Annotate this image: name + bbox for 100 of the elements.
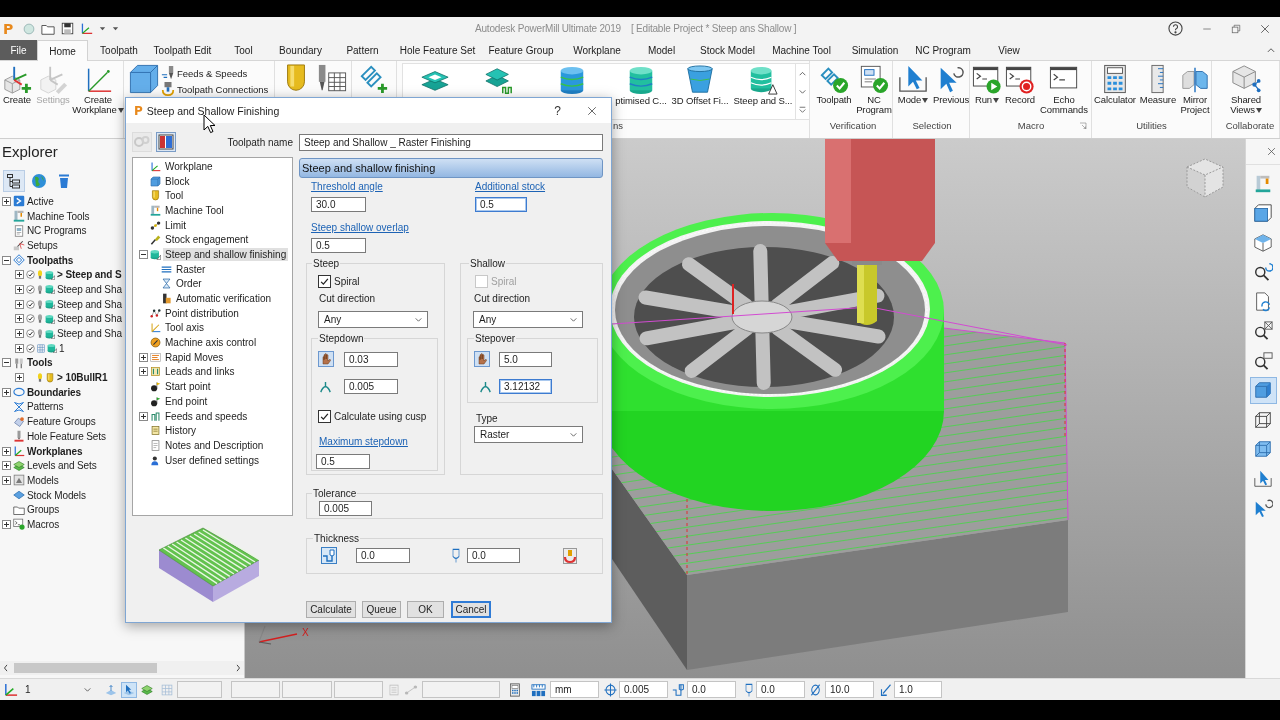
tree-item[interactable]: Block xyxy=(163,174,192,188)
ribbon-button[interactable]: 3D Offset Fi... xyxy=(669,64,731,119)
number-field[interactable]: 5.0 xyxy=(499,351,552,367)
tree-item[interactable]: Toolpaths xyxy=(27,254,74,266)
expand-icon[interactable] xyxy=(15,373,24,383)
ribbon-button[interactable]: Steep and S... xyxy=(731,64,795,119)
close-icon[interactable] xyxy=(1267,147,1276,156)
status-field[interactable]: 0.0 xyxy=(756,681,805,698)
tree-item[interactable]: Levels and Sets xyxy=(27,460,97,472)
tree-item[interactable]: End point xyxy=(163,394,210,408)
tree-item[interactable]: Feeds and speeds xyxy=(163,409,250,423)
hand-icon[interactable] xyxy=(474,351,490,367)
checkbox[interactable] xyxy=(318,410,331,423)
toolpath-name-field[interactable]: Steep and Shallow _ Raster Finishing xyxy=(299,133,603,151)
axes-icon[interactable] xyxy=(3,682,18,697)
status-field[interactable] xyxy=(231,681,280,698)
tree-item[interactable]: Tools xyxy=(27,357,53,369)
expand-icon[interactable] xyxy=(139,411,148,421)
collapse-icon[interactable] xyxy=(139,249,148,259)
ribbon-button[interactable]: Mode xyxy=(895,63,931,105)
tree-item[interactable]: History xyxy=(163,424,199,438)
expand-icon[interactable] xyxy=(15,299,24,309)
additional-stock-link[interactable]: Additional stock xyxy=(475,180,546,193)
ribbon-button[interactable]: Previous xyxy=(931,63,971,105)
save-icon[interactable] xyxy=(61,22,75,35)
number-field[interactable]: 3.12132 xyxy=(499,379,552,394)
expand-icon[interactable] xyxy=(139,367,148,377)
ruler-icon[interactable] xyxy=(531,682,546,697)
chevron-down-icon[interactable] xyxy=(798,87,807,96)
ribbon-button[interactable]: Create Workplane xyxy=(72,63,124,115)
tree-item[interactable]: Machine Tools xyxy=(27,210,90,222)
tree-item[interactable]: Steep and Sha xyxy=(57,298,122,310)
tree-item[interactable]: Point distribution xyxy=(163,306,241,320)
tree-item[interactable]: Tool xyxy=(163,189,186,203)
tree-item[interactable]: Stock engagement xyxy=(163,233,251,247)
toggle-button[interactable] xyxy=(121,681,137,698)
axes-icon[interactable] xyxy=(80,22,94,35)
ribbon-tab[interactable]: Workplane xyxy=(563,40,631,60)
scrollbar-thumb[interactable] xyxy=(14,663,157,673)
threshold-angle-link[interactable]: Threshold angle xyxy=(311,180,383,193)
number-field[interactable]: 0.5 xyxy=(475,197,527,212)
expand-icon[interactable] xyxy=(15,314,24,324)
expand-icon[interactable] xyxy=(15,284,24,294)
tree-item[interactable]: Rapid Moves xyxy=(163,350,226,364)
probe-icon[interactable] xyxy=(745,682,753,697)
dialog-button[interactable]: Queue xyxy=(362,601,401,618)
tree-item[interactable]: Models xyxy=(27,474,59,486)
status-field[interactable] xyxy=(282,681,332,698)
tree-item[interactable]: Notes and Description xyxy=(163,438,266,452)
tree-item[interactable]: Leads and links xyxy=(163,365,237,379)
tree-item[interactable]: > Steep and S xyxy=(57,269,122,281)
pattern-plus-icon[interactable] xyxy=(359,64,389,94)
status-field[interactable]: mm xyxy=(550,681,599,698)
tree-item[interactable]: Tool axis xyxy=(163,321,206,335)
hand-icon[interactable] xyxy=(318,351,334,367)
tree-item[interactable]: Order xyxy=(174,277,204,291)
machine-table-icon[interactable] xyxy=(317,64,347,94)
ribbon-button[interactable]: Toolpath Connections xyxy=(161,82,269,96)
ribbon-button[interactable]: Record xyxy=(1003,63,1037,105)
tree-item[interactable]: Steep and Sha xyxy=(57,313,122,325)
tree-item[interactable]: Automatic verification xyxy=(174,292,274,306)
tool-holder-icon[interactable] xyxy=(563,547,577,564)
restore-icon[interactable] xyxy=(1231,23,1241,34)
tree-item[interactable]: Steep and shallow finishing xyxy=(163,247,289,261)
cut-direction-dropdown[interactable]: Any xyxy=(473,311,583,328)
status-field[interactable]: 0.0 xyxy=(687,681,736,698)
ribbon-button[interactable]: Feeds & Speeds xyxy=(161,66,269,80)
tool-table-icon[interactable] xyxy=(156,132,176,152)
status-field[interactable]: 10.0 xyxy=(825,681,874,698)
status-field[interactable]: 0.005 xyxy=(619,681,668,698)
ribbon-button[interactable]: Create xyxy=(0,63,34,105)
launcher-icon[interactable] xyxy=(1079,121,1087,130)
diameter-icon[interactable] xyxy=(810,682,821,697)
status-field[interactable] xyxy=(177,681,222,698)
dialog-button[interactable]: Cancel xyxy=(451,601,491,618)
ribbon-tab[interactable]: View xyxy=(976,40,1042,60)
ribbon-button[interactable]: Toolpath xyxy=(814,63,854,105)
close-icon[interactable] xyxy=(587,105,597,116)
type-dropdown[interactable]: Raster xyxy=(474,426,583,443)
chevron-up-icon[interactable] xyxy=(1266,45,1276,55)
expand-icon[interactable] xyxy=(2,446,11,456)
ribbon-button[interactable]: Shared Views xyxy=(1221,63,1271,115)
more-icon[interactable] xyxy=(798,105,807,115)
max-stepdown-link[interactable]: Maximum stepdown xyxy=(319,435,408,448)
number-field[interactable]: 30.0 xyxy=(311,197,366,212)
ribbon-button[interactable]: Calculator xyxy=(1092,63,1138,105)
tree-item[interactable]: Workplane xyxy=(163,159,215,173)
ribbon-button[interactable]: NC Program xyxy=(854,63,894,115)
help-icon[interactable] xyxy=(1168,21,1183,36)
ribbon-tab[interactable]: Home xyxy=(37,40,88,61)
tree-item[interactable]: NC Programs xyxy=(27,225,87,237)
tree-item[interactable]: 1 xyxy=(59,342,65,354)
tree-item[interactable]: > 10BullR1 xyxy=(57,372,108,384)
ribbon-tab[interactable]: Tool xyxy=(215,40,272,60)
thickness-icon[interactable] xyxy=(672,682,685,697)
expand-icon[interactable] xyxy=(2,196,11,206)
collapse-icon[interactable] xyxy=(2,358,11,368)
number-field[interactable]: 0.005 xyxy=(319,501,372,516)
layers-wave-icon[interactable] xyxy=(483,65,514,95)
number-field[interactable]: 0.03 xyxy=(344,351,398,367)
